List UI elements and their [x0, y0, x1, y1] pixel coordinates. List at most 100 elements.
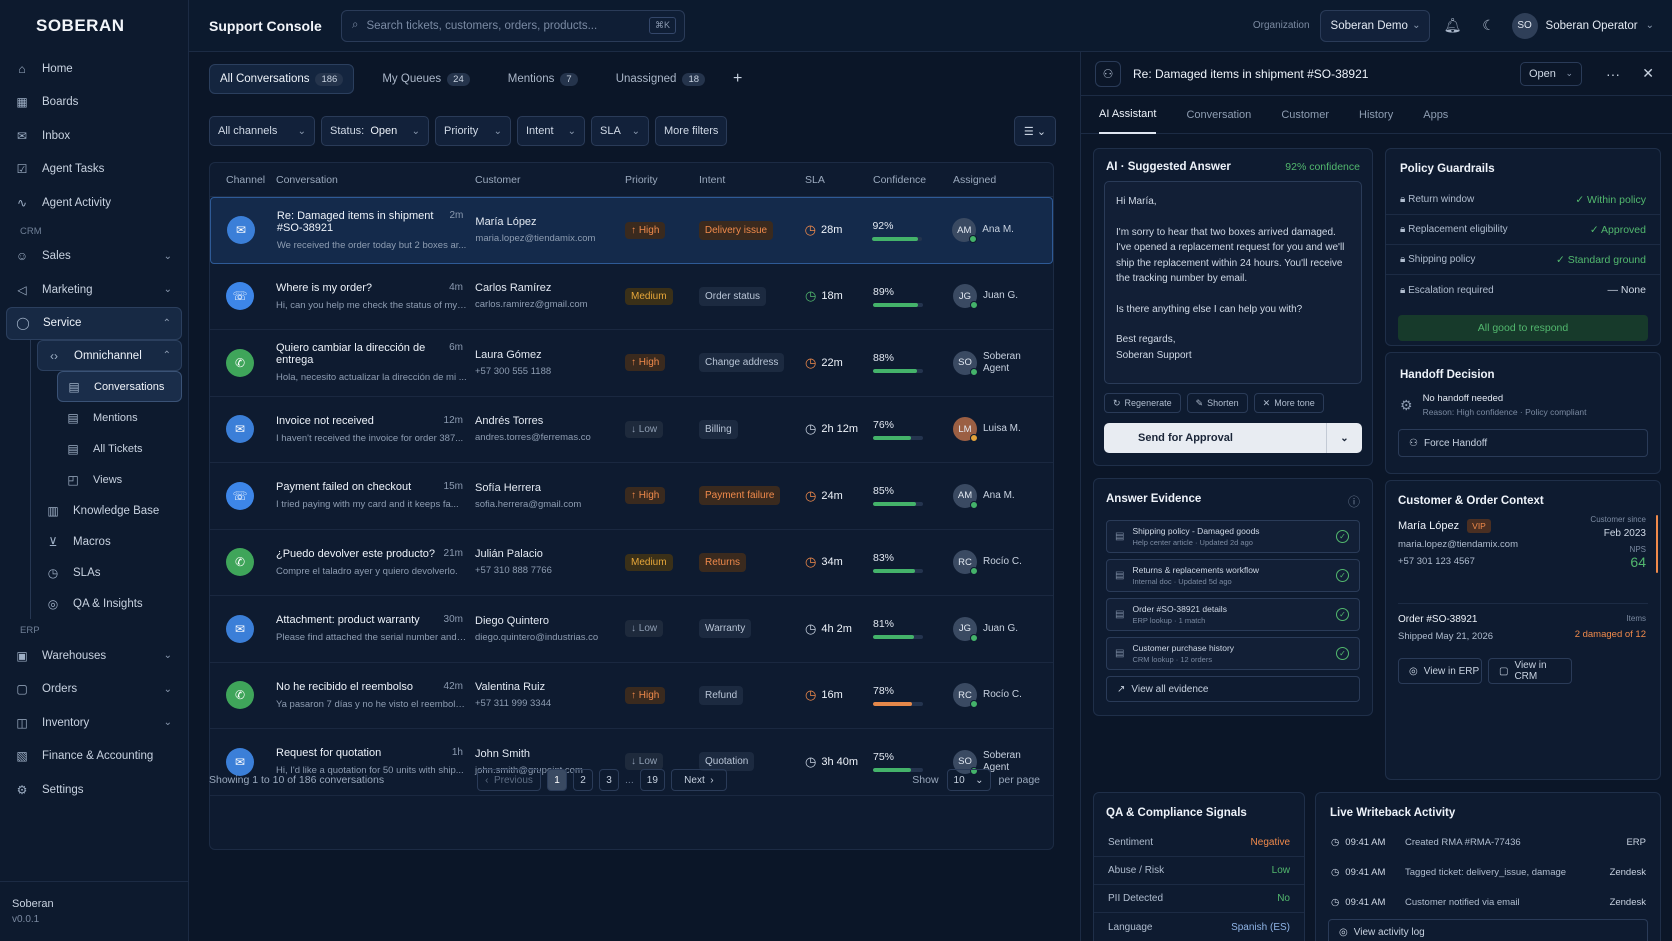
- view-in-crm-button[interactable]: ▢ View in CRM: [1488, 658, 1572, 684]
- sla-clock-icon: ◷: [805, 487, 817, 503]
- sidebar-item-warehouses[interactable]: ▣ Warehouses ⌄: [6, 639, 182, 673]
- policy-value: — None: [1607, 284, 1646, 296]
- search-input[interactable]: ⌕ Search tickets, customers, orders, pro…: [341, 9, 685, 42]
- sidebar-item-inbox[interactable]: ✉ Inbox: [6, 119, 182, 153]
- sidebar-item-service[interactable]: ◯ Service ⌃: [6, 306, 182, 340]
- sidebar-item-views[interactable]: ◰ Views: [57, 464, 182, 495]
- sidebar-item-sales[interactable]: ☺ Sales ⌄: [6, 240, 182, 274]
- sidebar-item-knowledge-base[interactable]: ▥ Knowledge Base: [37, 495, 182, 526]
- col-customer[interactable]: Customer: [475, 174, 625, 186]
- table-row[interactable]: ✉ Attachment: product warranty 30m Please f…: [210, 596, 1053, 663]
- page-3-button[interactable]: 3: [599, 769, 619, 791]
- lock-icon: 🔒︎ Return window: [1400, 194, 1475, 205]
- view-options-button[interactable]: ☰ ⌄: [1014, 116, 1056, 146]
- more-tone-button[interactable]: ✕ More tone: [1253, 393, 1324, 413]
- tab-my-queues[interactable]: My Queues 24: [372, 64, 479, 94]
- context-name: María López: [1398, 520, 1460, 532]
- more-filters-button[interactable]: More filters: [655, 116, 728, 146]
- status-select[interactable]: Open ⌄: [1520, 61, 1582, 86]
- filter-channels[interactable]: All channels ⌄: [209, 116, 315, 146]
- suggested-answer-text[interactable]: Hi María, I'm sorry to hear that two box…: [1104, 181, 1362, 384]
- add-tab-icon[interactable]: +: [733, 70, 742, 88]
- view-activity-log-button[interactable]: ◎ View activity log: [1328, 919, 1648, 941]
- sidebar-item-orders[interactable]: ▢ Orders ⌄: [6, 673, 182, 707]
- tab-unassigned[interactable]: Unassigned 18: [606, 64, 715, 94]
- shorten-button[interactable]: ✎ Shorten: [1186, 393, 1248, 413]
- filter-status[interactable]: Status: Open ⌄: [321, 116, 429, 146]
- tab-ai-assistant[interactable]: AI Assistant: [1099, 96, 1157, 134]
- sidebar-item-boards[interactable]: ▦ Boards: [6, 86, 182, 120]
- table-row[interactable]: ✉ Invoice not received 12m I haven't receiv…: [210, 397, 1053, 463]
- sidebar-item-macros[interactable]: ⊻ Macros: [37, 526, 182, 557]
- force-handoff-button[interactable]: ⚇ Force Handoff: [1398, 429, 1648, 457]
- table-row[interactable]: ✆ ¿Puedo devolver este producto? 21m Compre…: [210, 530, 1053, 596]
- qa-label: Abuse / Risk: [1108, 865, 1165, 876]
- more-icon[interactable]: ···: [1606, 66, 1620, 82]
- tab-all-conversations[interactable]: All Conversations 186: [209, 64, 355, 94]
- bell-icon[interactable]: 🔔︎: [1440, 17, 1466, 34]
- table-row[interactable]: ✉ Re: Damaged items in shipment #SO-38921…: [210, 197, 1053, 264]
- sidebar-item-home[interactable]: ⌂ Home: [6, 52, 182, 86]
- table-row[interactable]: ✆ Quiero cambiar la dirección de entrega 6…: [210, 330, 1053, 397]
- app-logo[interactable]: SOBERAN: [0, 0, 188, 52]
- evidence-item[interactable]: ▤ Customer purchase history CRM lookup · 1…: [1106, 637, 1360, 670]
- close-icon[interactable]: ✕: [1642, 65, 1654, 82]
- col-assigned[interactable]: Assigned: [953, 174, 1053, 186]
- regenerate-button[interactable]: ↻ Regenerate: [1104, 393, 1181, 413]
- sidebar-item-mentions[interactable]: ▤ Mentions: [57, 402, 182, 433]
- chevron-up-icon: ⌃: [162, 317, 171, 329]
- filter-priority[interactable]: Priority ⌄: [435, 116, 511, 146]
- col-priority[interactable]: Priority: [625, 174, 699, 186]
- col-conversation[interactable]: Conversation: [272, 174, 475, 186]
- page-1-button[interactable]: 1: [547, 769, 567, 791]
- page-19-button[interactable]: 19: [639, 769, 665, 791]
- per-page-select[interactable]: 10 ⌄: [946, 769, 991, 791]
- tab-conversation[interactable]: Conversation: [1186, 96, 1251, 134]
- send-for-approval-button[interactable]: Send for Approval ⌄: [1104, 423, 1362, 453]
- sidebar-item-qa[interactable]: ◎ QA & Insights: [37, 588, 182, 619]
- tab-mentions[interactable]: Mentions 7: [498, 64, 588, 94]
- table-row[interactable]: ✆ No he recibido el reembolso 42m Ya pasaro…: [210, 663, 1053, 729]
- user-menu[interactable]: SO Soberan Operator ⌄: [1511, 12, 1654, 39]
- conversation-title: Re: Damaged items in shipment #SO-38921: [276, 209, 434, 234]
- confidence-fill: [872, 236, 919, 241]
- sidebar-item-agent-activity[interactable]: ∿ Agent Activity: [6, 186, 182, 220]
- sidebar-item-agent-tasks[interactable]: ☑ Agent Tasks: [6, 153, 182, 187]
- filter-label: Priority: [444, 125, 479, 137]
- evidence-item[interactable]: ▤ Order #SO-38921 details ERP lookup · 1 m…: [1106, 598, 1360, 631]
- filter-sla[interactable]: SLA ⌄: [591, 116, 649, 146]
- evidence-list: ▤ Shipping policy - Damaged goods Help cen…: [1094, 520, 1372, 670]
- intent-badge: Returns: [699, 552, 747, 572]
- evidence-source: Internal doc · Updated 5d ago: [1132, 577, 1232, 586]
- col-intent[interactable]: Intent: [699, 174, 805, 186]
- info-icon[interactable]: ⓘ: [1348, 493, 1360, 510]
- sidebar-item-omnichannel[interactable]: ‹› Omnichannel ⌃: [37, 340, 182, 371]
- page-2-button[interactable]: 2: [573, 769, 593, 791]
- view-in-erp-button[interactable]: ◎ View in ERP: [1398, 658, 1482, 684]
- next-page-button[interactable]: Next ›: [670, 769, 727, 791]
- org-select[interactable]: Soberan Demo ⌄: [1319, 9, 1430, 42]
- col-confidence[interactable]: Confidence: [873, 174, 953, 186]
- view-all-evidence-button[interactable]: ↗ View all evidence: [1106, 676, 1360, 702]
- evidence-item[interactable]: ▤ Returns & replacements workflow Internal…: [1106, 559, 1360, 592]
- evidence-item[interactable]: ▤ Shipping policy - Damaged goods Help cen…: [1106, 520, 1360, 553]
- moon-icon[interactable]: ☾: [1476, 17, 1502, 34]
- tab-customer[interactable]: Customer: [1281, 96, 1329, 134]
- sidebar-item-inventory[interactable]: ◫ Inventory ⌄: [6, 706, 182, 740]
- conversation-time: 30m: [443, 614, 463, 626]
- previous-page-button[interactable]: ‹ Previous: [477, 769, 541, 791]
- tab-apps[interactable]: Apps: [1423, 96, 1448, 134]
- filter-intent[interactable]: Intent ⌄: [517, 116, 585, 146]
- sidebar-item-slas[interactable]: ◷ SLAs: [37, 557, 182, 588]
- tab-history[interactable]: History: [1359, 96, 1393, 134]
- table-row[interactable]: ☏ Where is my order? 4m Hi, can you help me…: [210, 264, 1053, 330]
- sidebar-item-conversations[interactable]: ▤ Conversations: [57, 371, 182, 402]
- col-channel[interactable]: Channel: [210, 174, 272, 186]
- sidebar-item-all-tickets[interactable]: ▤ All Tickets: [57, 433, 182, 464]
- sidebar-item-settings[interactable]: ⚙ Settings: [6, 773, 182, 807]
- chevron-down-icon[interactable]: ⌄: [1326, 423, 1362, 453]
- sidebar-item-finance[interactable]: ▧ Finance & Accounting: [6, 740, 182, 774]
- table-row[interactable]: ☏ Payment failed on checkout 15m I tried pa…: [210, 463, 1053, 530]
- sidebar-item-marketing[interactable]: ◁ Marketing ⌄: [6, 273, 182, 307]
- col-sla[interactable]: SLA: [805, 174, 873, 186]
